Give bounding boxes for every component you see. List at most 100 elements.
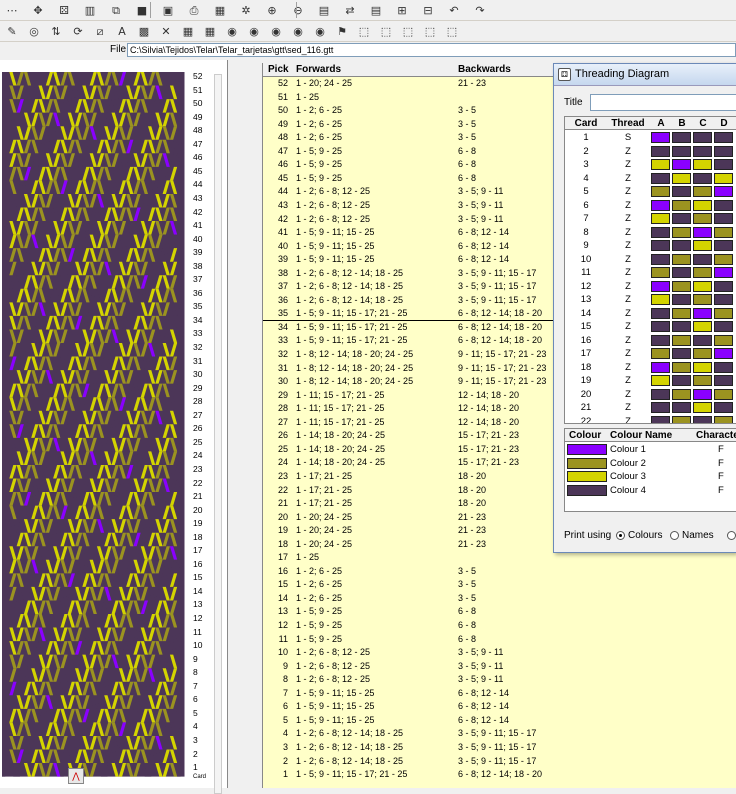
hole-swatch[interactable]	[672, 199, 691, 211]
grid-blue-icon[interactable]: ▦	[202, 23, 218, 39]
hole-swatch[interactable]	[693, 388, 712, 400]
hole-swatch[interactable]	[672, 348, 691, 359]
hole-swatch[interactable]	[651, 172, 670, 184]
hole-swatch[interactable]	[714, 159, 733, 170]
hole-swatch[interactable]	[693, 226, 712, 238]
zoom-out-icon[interactable]: ⊖	[290, 2, 306, 18]
hole-swatch[interactable]	[693, 240, 712, 251]
backwards-column-header[interactable]: Backwards	[458, 64, 511, 75]
card-row[interactable]: 19 Z	[565, 374, 736, 388]
pick-row[interactable]: 2 1 - 2; 6 - 8; 12 - 14; 18 - 25 3 - 5; 9 …	[263, 755, 736, 769]
pick-row[interactable]: 4 1 - 2; 6 - 8; 12 - 14; 18 - 25 3 - 5; 9 …	[263, 727, 736, 741]
disc5-icon[interactable]: ◉	[312, 23, 328, 39]
pick-row[interactable]: 11 1 - 5; 9 - 25 6 - 8	[263, 633, 736, 647]
print-characters-radio[interactable]	[727, 531, 736, 540]
pick-row[interactable]: 3 1 - 2; 6 - 8; 12 - 14; 18 - 25 3 - 5; 9 …	[263, 741, 736, 755]
redo-icon[interactable]: ↷	[472, 2, 488, 18]
print-colours-label[interactable]: Colours	[628, 530, 662, 541]
disc3-icon[interactable]: ◉	[268, 23, 284, 39]
flip-icon[interactable]: ⇅	[48, 23, 64, 39]
cards-flip-icon[interactable]: ⇄	[342, 2, 358, 18]
card-add-icon[interactable]: ⊞	[394, 2, 410, 18]
hole-swatch[interactable]	[693, 334, 712, 346]
pick-row[interactable]: 6 1 - 5; 9 - 11; 15 - 25 6 - 8; 12 - 14	[263, 700, 736, 714]
hole-swatch[interactable]	[714, 307, 733, 319]
card-remove-icon[interactable]: ⊟	[420, 2, 436, 18]
grid-icon[interactable]: ▦	[212, 2, 228, 18]
hole-swatch[interactable]	[714, 253, 733, 265]
hole-swatch[interactable]	[693, 375, 712, 386]
card-row[interactable]: 10 Z	[565, 253, 736, 267]
card-red-icon[interactable]: ▤	[316, 2, 332, 18]
forwards-column-header[interactable]: Forwards	[296, 64, 341, 75]
hole-swatch[interactable]	[651, 213, 670, 224]
hole-swatch[interactable]	[651, 199, 670, 211]
hole-swatch[interactable]	[651, 280, 670, 292]
card-row[interactable]: 5Z	[565, 185, 736, 199]
hole-swatch[interactable]	[672, 415, 691, 423]
card-icon[interactable]: ⚄	[56, 2, 72, 18]
hole-swatch[interactable]	[714, 402, 733, 413]
colour-swatch[interactable]	[567, 484, 607, 496]
colour-swatch[interactable]	[567, 457, 607, 469]
hole-swatch[interactable]	[693, 294, 712, 305]
hole-swatch[interactable]	[651, 402, 670, 413]
pen-icon[interactable]: ✎	[4, 23, 20, 39]
hole-swatch[interactable]	[693, 159, 712, 170]
rect-rotate-icon[interactable]: ⬚	[422, 23, 438, 39]
hole-swatch[interactable]	[672, 159, 691, 170]
hole-swatch[interactable]	[672, 213, 691, 224]
hole-swatch[interactable]	[672, 402, 691, 413]
grid-small-icon[interactable]: ▦	[180, 23, 196, 39]
colour-row[interactable]: Colour 2 F	[565, 457, 736, 471]
hole-swatch[interactable]	[672, 361, 691, 373]
pick-row[interactable]: 1 1 - 5; 9 - 11; 15 - 17; 21 - 25 6 - 8; 1…	[263, 768, 736, 782]
hole-swatch[interactable]	[672, 321, 691, 332]
stripes-icon[interactable]: ▥	[82, 2, 98, 18]
file-path-field[interactable]: C:\Silvia\Tejidos\Telar\Telar_tarjetas\g…	[127, 43, 736, 57]
threading-title-bar[interactable]: ⚃ Threading Diagram	[554, 64, 736, 86]
hole-swatch[interactable]	[651, 159, 670, 170]
card-list-icon[interactable]: ▤	[368, 2, 384, 18]
hole-swatch[interactable]	[672, 294, 691, 305]
hole-swatch[interactable]	[651, 240, 670, 251]
hole-swatch[interactable]	[693, 132, 712, 143]
card-row[interactable]: 4Z	[565, 172, 736, 186]
hole-swatch[interactable]	[672, 280, 691, 292]
rect-select-icon[interactable]: ⬚	[356, 23, 372, 39]
rect-copy-icon[interactable]: ⬚	[378, 23, 394, 39]
hole-swatch[interactable]	[693, 186, 712, 197]
hole-swatch[interactable]	[672, 388, 691, 400]
hole-swatch[interactable]	[672, 132, 691, 143]
hole-swatch[interactable]	[714, 321, 733, 332]
card-row[interactable]: 14 Z	[565, 307, 736, 321]
rect-flip-icon[interactable]: ⬚	[444, 23, 460, 39]
pick-row[interactable]: 16 1 - 2; 6 - 25 3 - 5	[263, 565, 736, 579]
pick-row[interactable]: 8 1 - 2; 6 - 8; 12 - 25 3 - 5; 9 - 11	[263, 673, 736, 687]
pick-row[interactable]: 15 1 - 2; 6 - 25 3 - 5	[263, 578, 736, 592]
card-row[interactable]: 22 Z	[565, 415, 736, 423]
rotate-icon[interactable]: ⟳	[70, 23, 86, 39]
move-icon[interactable]: ✥	[30, 2, 46, 18]
colour-swatch[interactable]	[567, 444, 607, 455]
undo-icon[interactable]: ↶	[446, 2, 462, 18]
hole-swatch[interactable]	[714, 199, 733, 211]
weave-direction-icon[interactable]: ⋀	[68, 768, 84, 784]
hole-swatch[interactable]	[714, 388, 733, 400]
hole-swatch[interactable]	[693, 361, 712, 373]
pick-row[interactable]: 10 1 - 2; 6 - 8; 12 - 25 3 - 5; 9 - 11	[263, 646, 736, 660]
pick-row[interactable]: 17 1 - 25	[263, 551, 736, 565]
hole-swatch[interactable]	[693, 213, 712, 224]
hole-swatch[interactable]	[672, 267, 691, 278]
pattern-icon[interactable]: ✲	[238, 2, 254, 18]
colour-row[interactable]: Colour 1 F	[565, 443, 736, 457]
pattern-scrollbar[interactable]	[214, 74, 222, 794]
hole-swatch[interactable]	[693, 402, 712, 413]
copy-icon[interactable]: ⧉	[108, 2, 124, 18]
hole-swatch[interactable]	[714, 361, 733, 373]
flag-icon[interactable]: ⚑	[334, 23, 350, 39]
hole-swatch[interactable]	[714, 294, 733, 305]
colour-row[interactable]: Colour 3 F	[565, 470, 736, 484]
card-row[interactable]: 7Z	[565, 212, 736, 226]
card-row[interactable]: 9Z	[565, 239, 736, 253]
